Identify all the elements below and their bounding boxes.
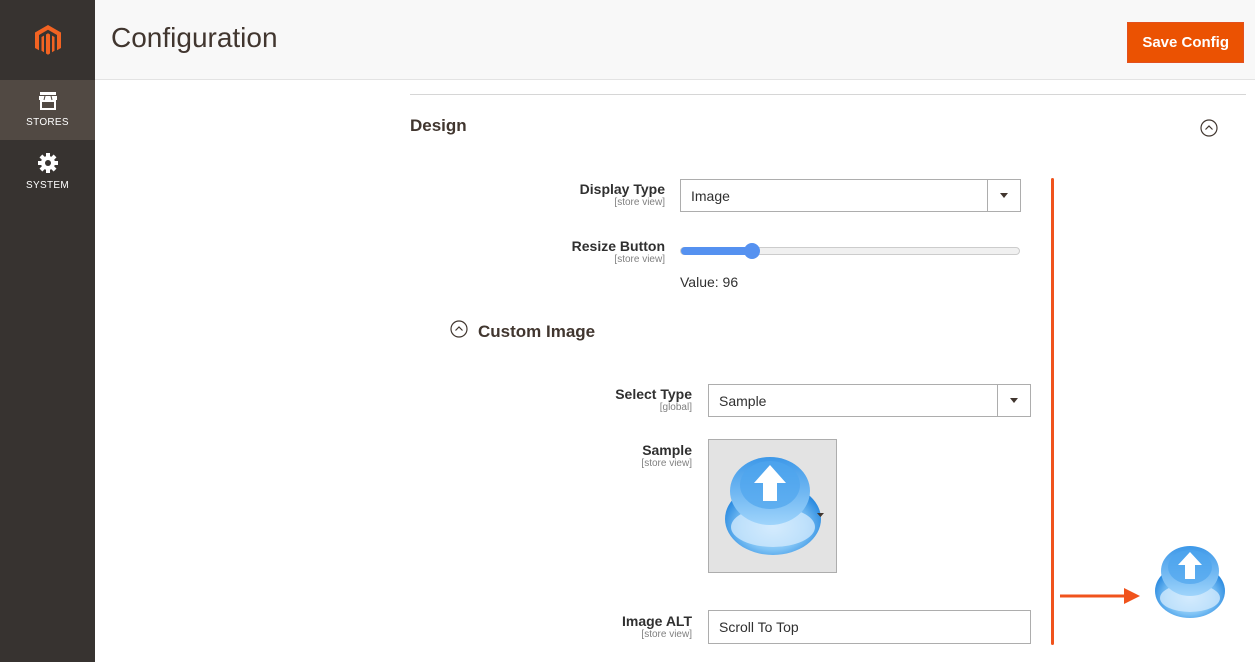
collapse-toggle-icon[interactable] [450,320,468,343]
field-label: Image ALT [621,613,692,629]
image-alt-label: Image ALT [store view] [550,613,692,641]
collapse-toggle-icon[interactable] [1200,119,1218,142]
sidebar-item-stores[interactable]: STORES [0,80,95,140]
slider-handle[interactable] [743,243,760,259]
field-label: Select Type [615,386,692,402]
section-title-design[interactable]: Design [410,116,467,136]
page-title: Configuration [111,22,278,53]
page-header: Configuration Save Config [95,0,1255,80]
resize-button-label: Resize Button [store view] [520,238,665,266]
subsection-title: Custom Image [478,321,596,341]
field-scope: [store view] [641,629,692,640]
sidebar-item-label: STORES [26,117,69,128]
display-type-select[interactable]: Image [680,179,1021,212]
chevron-down-icon [1000,193,1008,198]
field-scope: [store view] [641,458,692,469]
gear-icon [37,153,58,176]
slider-value: Value: 96 [680,274,739,290]
sidebar-item-system[interactable]: SYSTEM [0,142,95,202]
resize-slider[interactable] [680,243,1020,259]
select-arrow [987,180,1020,211]
store-icon [38,92,58,113]
field-label: Display Type [579,181,665,197]
chevron-down-icon [1010,398,1018,403]
custom-image-header[interactable]: Custom Image [450,320,595,343]
annotation-line [1051,178,1054,645]
sample-label: Sample [store view] [550,442,692,470]
magento-logo[interactable] [0,0,95,80]
sample-image-picker[interactable] [708,439,837,573]
image-alt-input[interactable]: Scroll To Top [708,610,1031,644]
select-value: Sample [719,392,767,409]
field-label: Resize Button [571,238,665,254]
select-type-select[interactable]: Sample [708,384,1031,417]
scroll-top-button-icon [724,457,824,555]
field-scope: [store view] [614,197,665,208]
scroll-to-top-preview-icon [1152,543,1228,626]
field-scope: [global] [659,402,692,413]
select-type-label: Select Type [global] [550,386,692,414]
display-type-label: Display Type [store view] [520,181,665,209]
slider-fill [681,247,752,255]
section-divider [410,94,1246,95]
admin-sidebar: STORES SYSTEM [0,0,95,662]
app: STORES SYSTEM Configuration Save Config … [0,0,1255,662]
select-arrow [997,385,1030,416]
select-value: Image [691,187,730,204]
save-config-button[interactable]: Save Config [1127,22,1244,63]
sidebar-item-label: SYSTEM [26,180,69,191]
field-scope: [store view] [614,254,665,265]
annotation-arrow-icon [1060,586,1142,611]
field-label: Sample [642,442,692,458]
